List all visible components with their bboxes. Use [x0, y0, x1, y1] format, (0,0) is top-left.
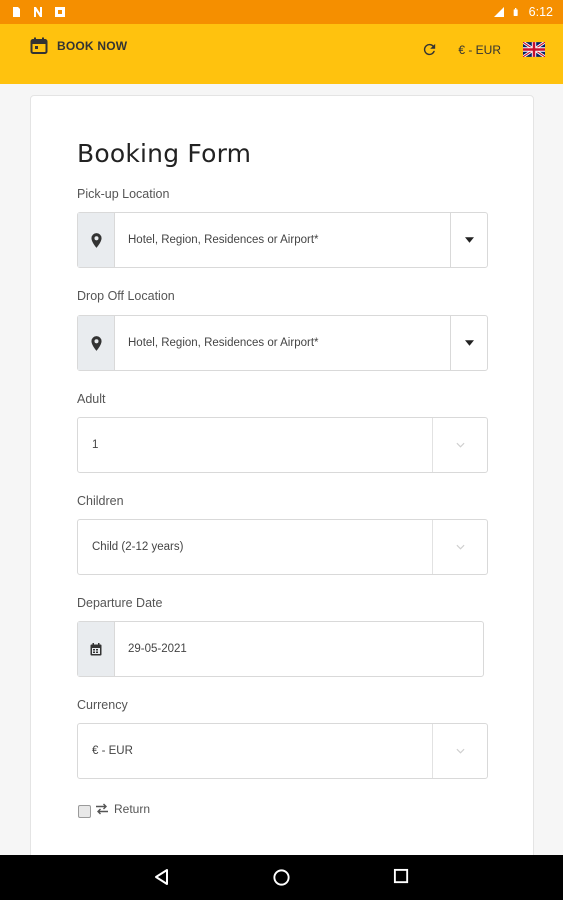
uk-flag-icon[interactable]: [523, 42, 545, 57]
pickup-label: Pick-up Location: [77, 187, 170, 201]
book-now-button[interactable]: BOOK NOW: [30, 37, 127, 55]
status-time: 6:12: [528, 5, 553, 19]
adult-label: Adult: [77, 392, 106, 406]
page-title: Booking Form: [77, 139, 252, 168]
exchange-icon: [96, 803, 108, 814]
n-icon: [34, 7, 42, 17]
adult-select[interactable]: 1: [77, 417, 488, 473]
back-icon[interactable]: [153, 868, 171, 886]
return-checkbox[interactable]: [78, 805, 91, 818]
chevron-down-icon: [455, 442, 465, 448]
map-marker-icon: [90, 335, 102, 351]
adult-dropdown-toggle[interactable]: [432, 418, 487, 472]
pickup-addon: [78, 213, 115, 267]
pickup-location-field[interactable]: Hotel, Region, Residences or Airport*: [77, 212, 488, 268]
calendar-icon: [30, 37, 48, 54]
square-icon: [55, 7, 65, 17]
home-icon[interactable]: [272, 868, 291, 887]
navigation-bar: [0, 855, 563, 900]
departure-date-field[interactable]: 29-05-2021: [77, 621, 484, 677]
dropoff-label: Drop Off Location: [77, 289, 175, 303]
battery-icon: [513, 8, 518, 16]
currency-label: Currency: [77, 698, 128, 712]
recents-icon[interactable]: [393, 868, 410, 885]
children-value: Child (2-12 years): [92, 541, 184, 553]
dropoff-location-field[interactable]: Hotel, Region, Residences or Airport*: [77, 315, 488, 371]
dropoff-location-input[interactable]: Hotel, Region, Residences or Airport*: [115, 316, 450, 370]
app-bar: BOOK NOW € - EUR: [0, 24, 563, 84]
book-now-label: BOOK NOW: [57, 39, 128, 53]
children-label: Children: [77, 494, 124, 508]
booking-form-card: Booking Form Pick-up Location Hotel, Reg…: [30, 95, 534, 895]
children-dropdown-toggle[interactable]: [432, 520, 487, 574]
currency-dropdown-toggle[interactable]: [432, 724, 487, 778]
signal-icon: [493, 7, 504, 17]
refresh-icon[interactable]: [421, 41, 438, 58]
status-bar: 6:12: [0, 0, 563, 24]
calendar-icon: [90, 642, 102, 655]
return-label: Return: [114, 801, 151, 816]
sim-card-icon: [13, 7, 20, 17]
caret-down-icon: [464, 340, 474, 346]
currency-value: € - EUR: [92, 745, 133, 757]
pickup-location-input[interactable]: Hotel, Region, Residences or Airport*: [115, 213, 450, 267]
caret-down-icon: [464, 237, 474, 243]
chevron-down-icon: [455, 748, 465, 754]
currency-select[interactable]: € - EUR: [77, 723, 488, 779]
children-select[interactable]: Child (2-12 years): [77, 519, 488, 575]
pickup-dropdown-toggle[interactable]: [450, 213, 487, 267]
adult-value: 1: [92, 439, 99, 451]
dropoff-dropdown-toggle[interactable]: [450, 316, 487, 370]
departure-date-input[interactable]: 29-05-2021: [115, 622, 483, 676]
departure-date-label: Departure Date: [77, 596, 163, 610]
chevron-down-icon: [455, 544, 465, 550]
map-marker-icon: [90, 232, 102, 248]
departure-addon: [78, 622, 115, 676]
currency-selector[interactable]: € - EUR: [458, 43, 501, 57]
dropoff-addon: [78, 316, 115, 370]
return-row: Return: [78, 799, 150, 818]
